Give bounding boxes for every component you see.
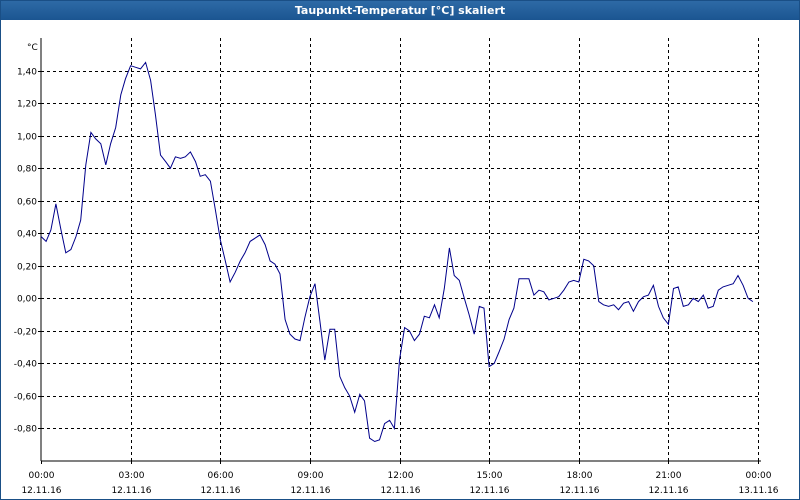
x-tick-date-label: 12.11.16 (111, 486, 151, 496)
series-group (40, 61, 754, 443)
x-tick-time-label: 00:00 (29, 471, 55, 481)
x-tick-date-label: 12.11.16 (648, 486, 688, 496)
chart-window: Taupunkt-Temperatur [°C] skaliert °C -0,… (0, 0, 800, 500)
grid (41, 38, 759, 461)
y-tick-label: 1,20 (17, 100, 37, 110)
x-tick-time-label: 18:00 (567, 471, 593, 481)
x-tick-time-label: 21:00 (656, 471, 682, 481)
x-tick-time-label: 06:00 (208, 471, 234, 481)
x-tick-date-label: 12.11.16 (21, 486, 61, 496)
y-tick-label: 1,00 (17, 133, 37, 143)
x-tick-time-label: 03:00 (119, 471, 145, 481)
y-tick-label: -0,60 (14, 393, 38, 403)
x-tick-date-label: 12.11.16 (200, 486, 240, 496)
x-tick-date-label: 12.11.16 (380, 486, 420, 496)
line-chart: °C -0,80 -0,60 -0,40 -0,20 0,00 0,20 0,40 0,60 0… (14, 38, 779, 496)
x-tick-date-label: 13.11.16 (738, 486, 778, 496)
y-tick-label: -0,80 (14, 425, 38, 435)
y-tick-label: 0,80 (17, 165, 37, 175)
y-tick-label: -0,40 (14, 360, 38, 370)
x-tick-date-label: 12.11.16 (559, 486, 599, 496)
y-tick-label: 0,00 (17, 295, 37, 305)
x-tick-time-label: 12:00 (388, 471, 414, 481)
y-tick-label: 0,40 (17, 230, 37, 240)
y-axis-unit-label: °C (27, 43, 38, 53)
y-tick-label: 0,20 (17, 263, 37, 273)
x-tick-time-label: 15:00 (477, 471, 503, 481)
y-tick-labels: -0,80 -0,60 -0,40 -0,20 0,00 0,20 0,40 0,60 0,80… (14, 68, 38, 435)
x-tick-time-label: 09:00 (298, 471, 324, 481)
x-tick-date-label: 12.11.16 (469, 486, 509, 496)
series-line-dew-point (40, 61, 754, 443)
y-tick-label: 0,60 (17, 198, 37, 208)
y-tick-label: 1,40 (17, 68, 37, 78)
x-tick-labels: 00:00 12.11.16 03:00 12.11.16 06:00 12.11.16 0… (21, 471, 778, 496)
x-tick-time-label: 00:00 (746, 471, 772, 481)
y-tick-label: -0,20 (14, 328, 38, 338)
axes (38, 38, 761, 464)
x-tick-date-label: 12.11.16 (290, 486, 330, 496)
